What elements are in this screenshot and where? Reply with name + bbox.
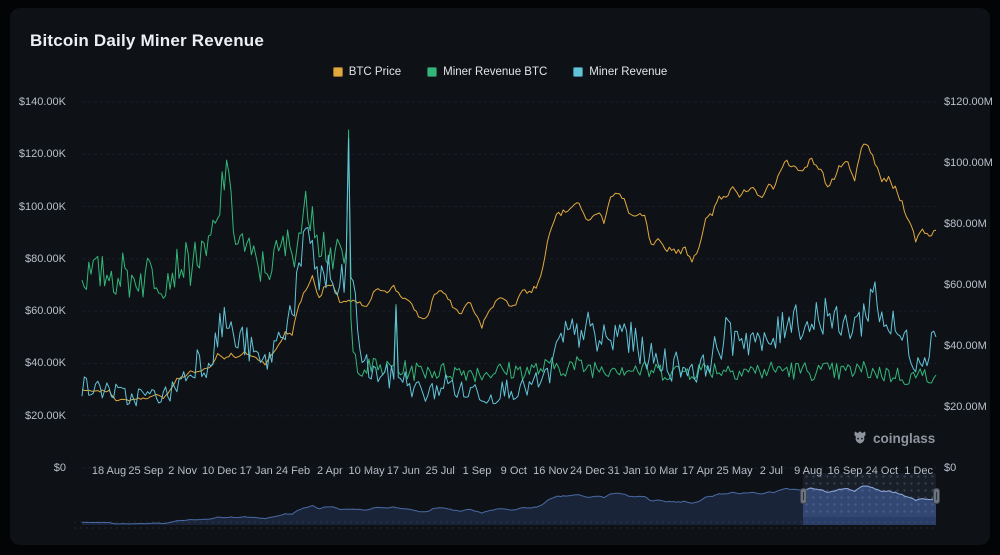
coinglass-chart-page: Bitcoin Daily Miner Revenue BTC Price Mi… <box>0 0 1000 555</box>
navigator-right-handle[interactable] <box>932 488 940 504</box>
coinglass-logo-icon <box>854 431 866 444</box>
navigator-texture <box>72 519 938 533</box>
navigator-selected-range[interactable] <box>803 473 936 517</box>
chart-card: Bitcoin Daily Miner Revenue BTC Price Mi… <box>10 8 993 545</box>
watermark-text: coinglass <box>873 430 936 446</box>
chart-line-miner-revenue-btc <box>81 129 937 385</box>
coinglass-watermark: coinglass <box>852 430 935 446</box>
navigator-left-handle[interactable] <box>799 488 807 504</box>
